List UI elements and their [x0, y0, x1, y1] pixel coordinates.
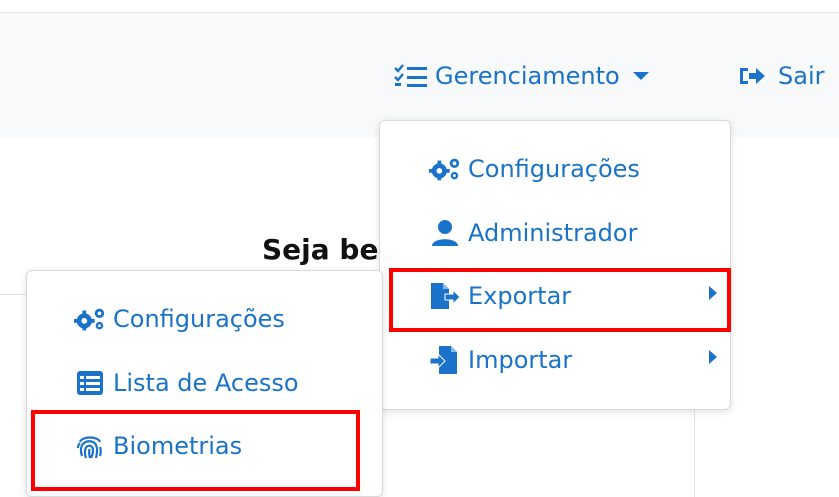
menu-item-label: Administrador [468, 219, 638, 247]
gerenciamento-dropdown-menu: Configurações Administrador Exportar Imp… [379, 120, 731, 410]
menu-item-importar[interactable]: Importar [428, 345, 572, 375]
submenu-item-configuracoes[interactable]: Configurações [73, 305, 285, 333]
chevron-right-icon [708, 349, 718, 365]
tasks-list-icon [393, 63, 429, 89]
sair-label: Sair [778, 62, 825, 90]
file-import-icon [428, 345, 462, 375]
gerenciamento-label: Gerenciamento [435, 62, 620, 90]
submenu-item-label: Configurações [113, 305, 285, 333]
submenu-item-lista-de-acesso[interactable]: Lista de Acesso [73, 369, 299, 397]
menu-item-administrador[interactable]: Administrador [428, 219, 637, 247]
card-border-right [694, 410, 695, 497]
biometrias-highlight-box [31, 410, 360, 491]
sign-out-icon [738, 64, 768, 88]
exportar-highlight-box [389, 268, 731, 332]
gears-icon [428, 156, 462, 182]
caret-down-icon [632, 71, 650, 81]
list-table-icon [73, 370, 107, 396]
user-icon [428, 219, 462, 247]
menu-item-configuracoes[interactable]: Configurações [428, 155, 640, 183]
menu-item-label: Configurações [468, 155, 640, 183]
welcome-heading: Seja be [262, 233, 379, 266]
gears-icon [73, 306, 107, 332]
gerenciamento-dropdown-toggle[interactable]: Gerenciamento [393, 62, 650, 90]
navbar: Gerenciamento Sair [0, 13, 839, 137]
submenu-item-label: Lista de Acesso [113, 369, 299, 397]
sair-link[interactable]: Sair [738, 62, 824, 90]
menu-item-label: Importar [468, 346, 573, 374]
